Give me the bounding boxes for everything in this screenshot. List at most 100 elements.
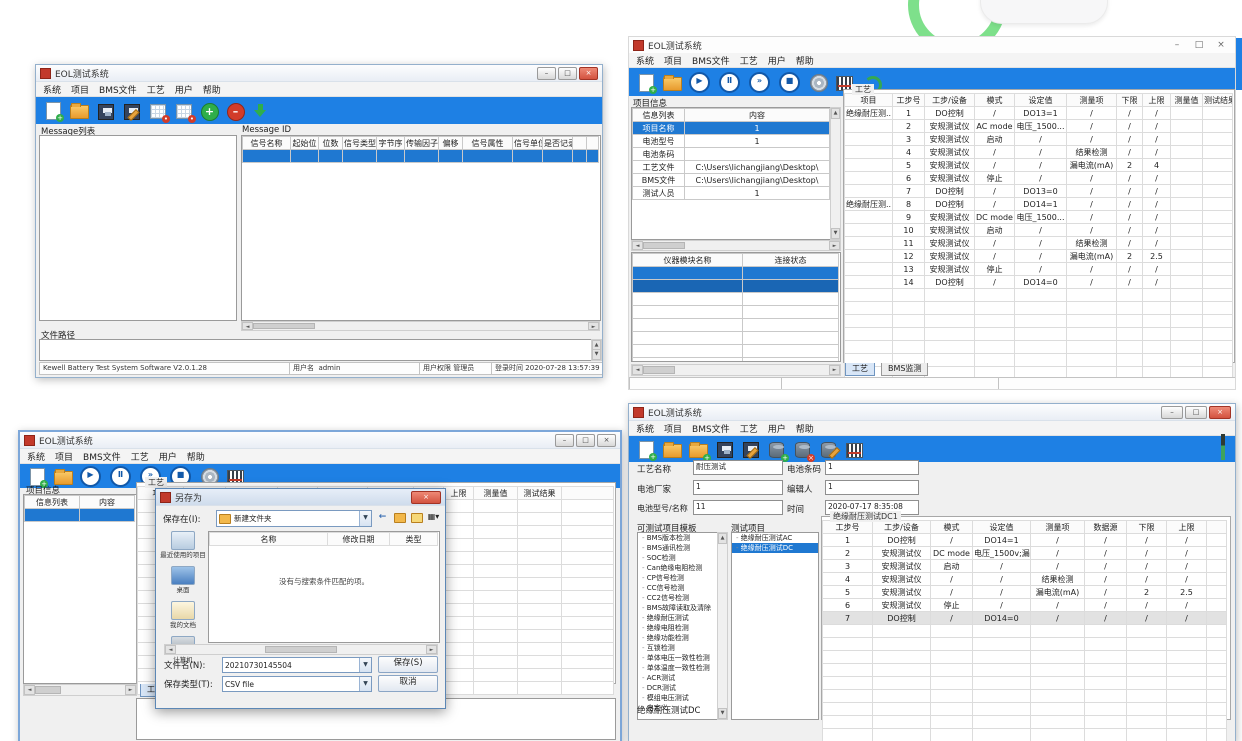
step-row[interactable]: 9安规测试仪DC mode电压_1500.../// [845,211,1233,224]
fast-forward-icon[interactable]: » [749,72,770,93]
menu-item[interactable]: 工艺 [735,54,763,67]
menu-item[interactable]: 帮助 [791,422,819,435]
db-remove-icon[interactable]: × [792,440,811,459]
maximize-button[interactable]: □ [1185,406,1207,419]
dialog-title-bar[interactable]: 另存为 × [156,489,445,506]
download-icon[interactable] [251,101,270,120]
menu-item[interactable]: 系统 [38,83,66,96]
message-list-panel[interactable] [39,135,237,321]
menu-item[interactable]: 项目 [50,450,78,463]
step-row[interactable]: 10安规测试仪启动//// [845,224,1233,237]
step-row[interactable]: 7DO控制/DO13=0/// [845,185,1233,198]
dropdown-arrow-icon[interactable]: ▼ [359,511,371,526]
step-row[interactable]: 7DO控制/DO14=0//// [823,612,1227,625]
save-as-icon[interactable] [121,101,140,120]
signal-table-hscrollbar[interactable]: ◄► [241,321,600,331]
new-file-icon[interactable] [43,101,62,120]
title-bar[interactable]: EOL测试系统 – □ × [629,37,1235,53]
template-item[interactable]: 绝缘耐压测试 [638,613,726,623]
menu-item[interactable]: 用户 [154,450,182,463]
step-row[interactable]: 5安规测试仪//漏电流(mA)24 [845,159,1233,172]
file-path-textarea[interactable] [39,339,593,361]
menu-item[interactable]: 用户 [170,83,198,96]
template-item[interactable]: 绝缘电阻检测 [638,623,726,633]
pause-icon[interactable]: Ⅱ [110,466,131,487]
step-row[interactable]: 2安规测试仪AC mode电压_1500.../// [845,120,1233,133]
back-icon[interactable]: ← [375,510,390,524]
title-bar[interactable]: EOL测试系统 – □ × [20,432,620,449]
maximize-button[interactable]: □ [1189,40,1209,51]
dropdown-arrow-icon[interactable]: ▼ [359,677,371,691]
minimize-button[interactable]: – [537,67,556,80]
template-item[interactable]: SOC检测 [638,553,726,563]
open-folder-icon[interactable] [662,440,681,459]
dropdown-arrow-icon[interactable]: ▼ [359,658,371,672]
template-item[interactable]: ACR测试 [638,673,726,683]
save-in-combobox[interactable]: 新建文件夹 ▼ [216,510,372,527]
close-button[interactable]: × [1209,406,1231,419]
template-item[interactable]: 单体电压一致性检测 [638,653,726,663]
close-button[interactable]: × [597,434,616,447]
new-file-icon[interactable] [27,467,46,486]
step-row[interactable]: 6安规测试仪停止//// [845,172,1233,185]
play-icon[interactable]: ▶ [689,72,710,93]
step-row[interactable]: 4安规测试仪//结果检测/// [823,573,1227,586]
save-button[interactable]: 保存(S) [378,656,438,673]
template-item[interactable]: CP信号检测 [638,573,726,583]
template-item[interactable]: 互锁检测 [638,643,726,653]
export-report-2-icon[interactable]: • [173,101,192,120]
stop-icon[interactable]: ■ [779,72,800,93]
export-report-icon[interactable]: • [147,101,166,120]
maximize-button[interactable]: □ [558,67,577,80]
new-file-icon[interactable] [636,73,655,92]
menu-item[interactable]: BMS文件 [78,450,126,463]
dialog-hscrollbar[interactable]: ◄► [164,644,438,655]
file-path-vscrollbar[interactable]: ▲▼ [591,339,602,361]
open-folder-icon[interactable] [69,101,88,120]
open-folder-icon[interactable] [53,467,72,486]
process-name-input[interactable]: 耐压测试 [693,460,783,475]
step-row[interactable]: 5安规测试仪//漏电流(mA)/22.5 [823,586,1227,599]
close-button[interactable]: × [1211,40,1231,51]
template-item[interactable]: 绝缘功能检测 [638,633,726,643]
menu-item[interactable]: 项目 [66,83,94,96]
template-list[interactable]: BMS版本检测BMS通讯检测SOC检测Can绝缘电阻检测CP信号检测CC信号检测… [637,532,727,720]
step-row[interactable]: 14DO控制/DO14=0/// [845,276,1233,289]
step-row[interactable]: 2安规测试仪DC mode电压_1500v;漏...//// [823,547,1227,560]
step-row[interactable]: 3安规测试仪启动///// [823,560,1227,573]
tab-bms-monitor[interactable]: BMS监测 [881,363,928,376]
remove-circle-icon[interactable]: – [225,101,244,120]
minimize-button[interactable]: – [555,434,574,447]
file-list[interactable]: 名称修改日期类型 没有与搜索条件匹配的项。 [208,531,440,643]
selected-test-item[interactable]: 绝缘耐压测试DC [732,543,818,553]
minimize-button[interactable]: – [1161,406,1183,419]
menu-item[interactable]: BMS文件 [94,83,142,96]
save-as-icon[interactable] [740,440,759,459]
template-item[interactable]: CC2信号检测 [638,593,726,603]
info-row[interactable]: 电池条码 [633,148,830,161]
step-row[interactable]: 绝缘耐压测...1DO控制/DO13=1/// [845,107,1233,120]
info-row[interactable]: 工艺文件C:\Users\lichangjiang\Desktop\ [633,161,830,174]
menu-item[interactable]: 系统 [22,450,50,463]
dialog-close-button[interactable]: × [411,491,441,504]
barcode-icon[interactable] [844,440,863,459]
db-edit-icon[interactable] [818,440,837,459]
up-folder-icon[interactable] [392,510,407,524]
editor-input[interactable]: 1 [825,480,919,495]
template-item[interactable]: CC信号检测 [638,583,726,593]
place-desktop[interactable]: 桌面 [160,566,206,594]
info-row[interactable]: BMS文件C:\Users\lichangjiang\Desktop\ [633,174,830,187]
template-list-vscrollbar[interactable]: ▲▼ [717,532,728,720]
open-folder-icon[interactable] [662,73,681,92]
new-file-icon[interactable] [636,440,655,459]
save-icon[interactable] [95,101,114,120]
template-item[interactable]: Can绝缘电阻检测 [638,563,726,573]
close-button[interactable]: × [579,67,598,80]
step-row[interactable]: 绝缘耐压测...8DO控制/DO14=1/// [845,198,1233,211]
place-recent[interactable]: 最近使用的项目 [160,531,206,559]
menu-item[interactable]: 帮助 [182,450,210,463]
selected-test-item[interactable]: 绝缘耐压测试AC [732,533,818,543]
template-item[interactable]: 模组电压测试 [638,693,726,703]
template-item[interactable]: DCR测试 [638,683,726,693]
battery-barcode-input[interactable]: 1 [825,460,919,475]
